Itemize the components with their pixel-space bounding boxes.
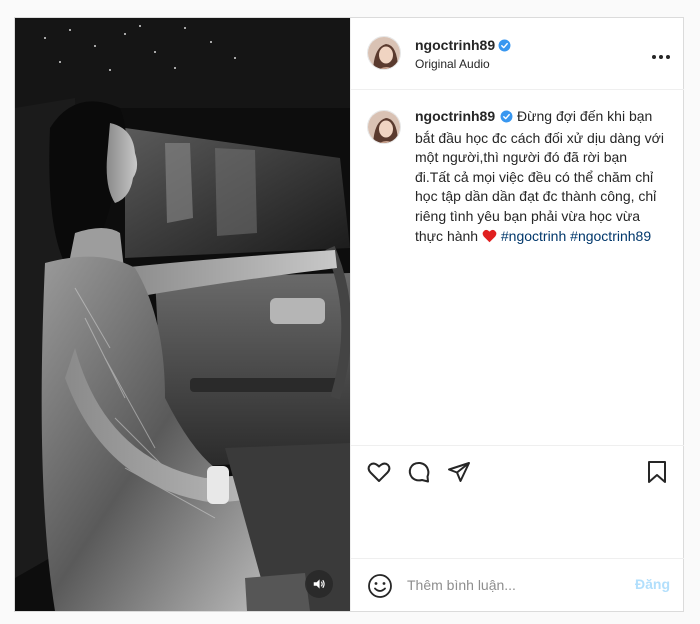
like-button[interactable] [365,460,393,488]
comment-button[interactable] [405,460,433,488]
save-button[interactable] [643,460,671,488]
share-icon [447,460,471,489]
caption-username[interactable]: ngoctrinh89 [415,108,495,124]
instagram-post: ngoctrinh89 Original Audio ngoctrinh89 Đ… [14,17,684,612]
author-avatar[interactable] [367,36,401,70]
caption-avatar[interactable] [367,110,401,144]
hashtag-link[interactable]: #ngoctrinh89 [570,228,651,244]
post-header: ngoctrinh89 Original Audio [351,18,684,90]
more-options-icon[interactable] [651,48,671,59]
mute-toggle-button[interactable] [305,570,333,598]
post-comment-button[interactable]: Đăng [635,576,670,592]
audio-link[interactable]: Original Audio [415,57,490,71]
caption-block: ngoctrinh89 Đừng đợi đến khi bạn bắt đầu… [351,90,684,445]
emoji-picker-icon[interactable] [367,573,393,599]
comment-input[interactable] [407,574,617,596]
share-button[interactable] [445,460,473,488]
volume-icon [312,577,326,591]
caption-text: ngoctrinh89 Đừng đợi đến khi bạn bắt đầu… [415,107,665,248]
caption-body: Đừng đợi đến khi bạn bắt đầu học đc cách… [415,108,664,244]
comment-bar: Đăng [351,558,684,611]
author-username-text[interactable]: ngoctrinh89 [415,37,495,53]
hashtag-link[interactable]: #ngoctrinh [501,228,566,244]
post-actions [351,445,684,555]
video-frame [15,18,350,611]
post-side-panel: ngoctrinh89 Original Audio ngoctrinh89 Đ… [350,18,684,611]
verified-badge-icon [498,39,511,55]
post-video[interactable] [15,18,350,611]
red-heart-emoji-icon [482,229,497,249]
save-icon [646,460,668,489]
verified-badge-icon [500,109,513,129]
author-username[interactable]: ngoctrinh89 [415,37,511,55]
like-icon [367,461,391,488]
comment-icon [407,460,431,489]
